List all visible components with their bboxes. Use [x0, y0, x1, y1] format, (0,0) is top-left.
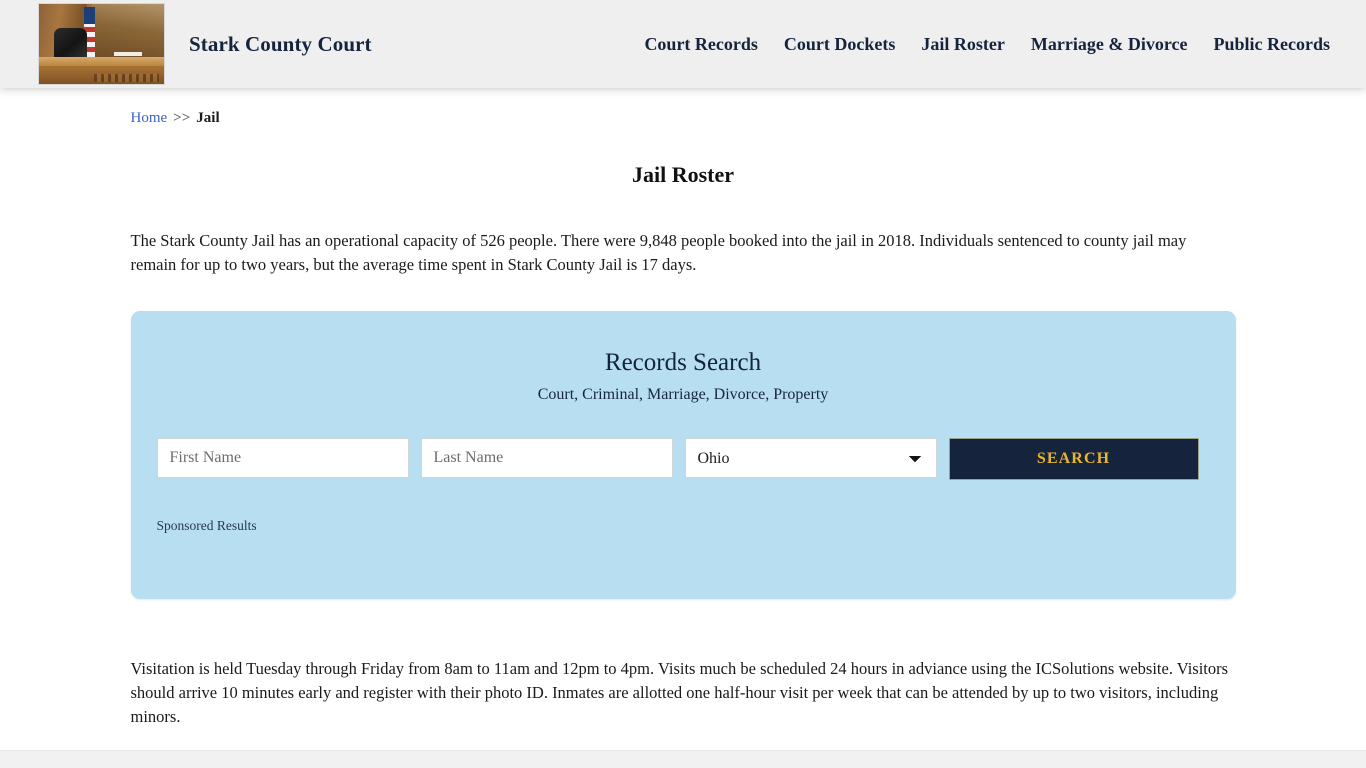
nav-item-marriage-divorce[interactable]: Marriage & Divorce [1031, 34, 1188, 55]
records-search-panel: Records Search Court, Criminal, Marriage… [130, 311, 1236, 599]
brand-title: Stark County Court [189, 31, 372, 56]
records-search-form: Ohio SEARCH [156, 438, 1210, 480]
records-search-heading: Records Search [604, 349, 762, 376]
state-select[interactable]: Ohio [684, 438, 937, 478]
intro-paragraph: The Stark County Jail has an operational… [130, 231, 1187, 274]
breadcrumb-separator: >> [173, 110, 191, 126]
nav-item-jail-roster[interactable]: Jail Roster [921, 34, 1004, 55]
site-header: Stark County Court Court Records Court D… [0, 0, 1366, 98]
page-title: Jail Roster [631, 162, 735, 187]
last-name-input[interactable] [420, 438, 673, 478]
first-name-input[interactable] [156, 438, 409, 478]
breadcrumb-home-link[interactable]: Home [131, 110, 168, 126]
brand[interactable]: Stark County Court [38, 3, 372, 85]
nav-item-public-records[interactable]: Public Records [1214, 34, 1331, 55]
breadcrumb-current: Jail [196, 110, 220, 126]
nav-item-court-records[interactable]: Court Records [644, 34, 757, 55]
visitation-paragraph: Visitation is held Tuesday through Frida… [130, 659, 1229, 726]
records-search-subheading: Court, Criminal, Marriage, Divorce, Prop… [537, 386, 829, 403]
breadcrumb: Home >> Jail [131, 88, 1236, 127]
nav-item-court-dockets[interactable]: Court Dockets [784, 34, 895, 55]
page-root: Stark County Court Court Records Court D… [0, 0, 1366, 768]
content-container: Home >> Jail Jail Roster The Stark County … [130, 88, 1236, 729]
judge-chair [54, 28, 87, 60]
sponsored-results-label: Sponsored Results [156, 518, 257, 533]
courtroom-logo-image[interactable] [38, 3, 165, 85]
papers [114, 52, 142, 56]
site-footer [0, 750, 1366, 768]
bench-front [39, 65, 164, 84]
visitation-section: Visitation is held Tuesday through Frida… [131, 657, 1236, 729]
search-button[interactable]: SEARCH [948, 438, 1199, 480]
main-nav: Court Records Court Dockets Jail Roster … [644, 34, 1330, 55]
